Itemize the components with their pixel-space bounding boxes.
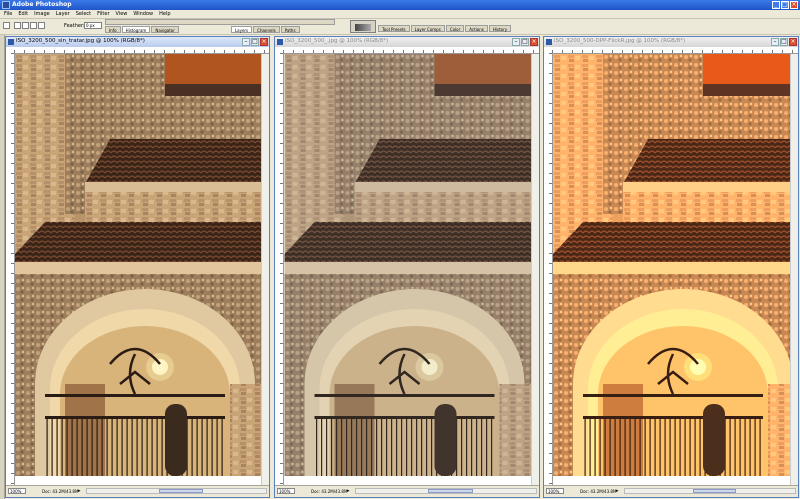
document-titlebar[interactable]: ISO_3200_500-DPP-FlickR.jpg @ 100% (RGB/… <box>544 37 798 47</box>
horizontal-ruler[interactable] <box>14 47 269 54</box>
document-title: ISO_3200_500_.jpg @ 100% (RGB/8*) <box>285 38 389 44</box>
image-canvas[interactable] <box>553 54 790 485</box>
document-icon <box>277 39 283 45</box>
document-controls: – □ × <box>512 38 538 46</box>
document-icon <box>546 39 552 45</box>
horizontal-scrollbar[interactable] <box>355 488 537 494</box>
brush-stroke-icon <box>355 24 371 31</box>
horizontal-ruler[interactable] <box>283 47 539 54</box>
document-close-button[interactable]: × <box>789 38 797 46</box>
vertical-scrollbar[interactable] <box>790 54 798 485</box>
palette-well-tabs: Info Histogram Navigator Layers Channels… <box>105 26 300 33</box>
status-bar: 100% Doc: 43.2M/43.8M ▸ <box>544 485 798 497</box>
vertical-ruler[interactable] <box>544 53 553 485</box>
document-titlebar[interactable]: ISO_3200_500_sin_tratar.jpg @ 100% (RGB/… <box>6 37 269 47</box>
menu-bar: File Edit Image Layer Select Filter View… <box>0 10 800 18</box>
status-bar: 100% Doc: 43.2M/43.8M ▸ <box>6 485 269 497</box>
vertical-ruler[interactable] <box>275 53 284 485</box>
status-menu-arrow-icon[interactable]: ▸ <box>347 488 350 494</box>
church-photo <box>284 54 531 485</box>
tab-actions[interactable]: Actions <box>465 25 488 32</box>
scroll-thumb[interactable] <box>428 489 473 493</box>
document-close-button[interactable]: × <box>530 38 538 46</box>
menu-window[interactable]: Window <box>133 11 153 17</box>
document-minimize-button[interactable]: – <box>512 38 520 46</box>
status-menu-arrow-icon[interactable]: ▸ <box>78 488 81 494</box>
doc-size: Doc: 43.2M/43.8M <box>311 489 348 494</box>
image-canvas[interactable] <box>15 54 261 485</box>
menu-layer[interactable]: Layer <box>56 11 70 17</box>
new-selection-icon[interactable] <box>14 22 21 29</box>
photoshop-icon <box>2 1 10 9</box>
tab-layer-comps[interactable]: Layer Comps <box>410 25 445 32</box>
menu-select[interactable]: Select <box>76 11 91 17</box>
document-maximize-button[interactable]: □ <box>521 38 529 46</box>
close-button[interactable]: × <box>790 1 798 9</box>
zoom-field[interactable]: 100% <box>277 488 295 494</box>
document-minimize-button[interactable]: – <box>242 38 250 46</box>
menu-view[interactable]: View <box>116 11 128 17</box>
tab-tool-presets[interactable]: Tool Presets <box>378 25 410 32</box>
scroll-thumb[interactable] <box>158 489 204 493</box>
document-maximize-button[interactable]: □ <box>251 38 259 46</box>
tab-histogram[interactable]: Histogram <box>121 26 151 33</box>
menu-image[interactable]: Image <box>34 11 50 17</box>
doc-size: Doc: 43.2M/43.8M <box>42 489 79 494</box>
horizontal-ruler[interactable] <box>552 47 798 54</box>
tab-channels[interactable]: Channels <box>253 26 280 33</box>
feather-input[interactable]: 0 px <box>84 22 102 29</box>
church-photo <box>553 54 790 485</box>
feather-label: Feather: <box>64 23 85 29</box>
status-menu-arrow-icon[interactable]: ▸ <box>616 488 619 494</box>
document-controls: – □ × <box>771 38 797 46</box>
menu-help[interactable]: Help <box>159 11 170 17</box>
document-maximize-button[interactable]: □ <box>780 38 788 46</box>
document-titlebar[interactable]: ISO_3200_500_.jpg @ 100% (RGB/8*) – □ × <box>275 37 539 47</box>
right-palette-tabs: Tool Presets Layer Comps Color Actions H… <box>378 25 512 32</box>
tab-info[interactable]: Info <box>105 26 121 33</box>
document-title: ISO_3200_500_sin_tratar.jpg @ 100% (RGB/… <box>16 38 145 44</box>
image-canvas[interactable] <box>284 54 531 485</box>
tab-navigator[interactable]: Navigator <box>151 26 179 33</box>
zoom-field[interactable]: 100% <box>546 488 564 494</box>
document-close-button[interactable]: × <box>260 38 268 46</box>
tab-color[interactable]: Color <box>445 25 465 32</box>
app-title: Adobe Photoshop <box>12 1 72 8</box>
app-titlebar: Adobe Photoshop _ □ × <box>0 0 800 10</box>
doc-size: Doc: 43.2M/43.8M <box>580 489 617 494</box>
tab-layers[interactable]: Layers <box>230 26 253 33</box>
document-icon <box>8 39 14 45</box>
menu-filter[interactable]: Filter <box>97 11 109 17</box>
window-controls: _ □ × <box>772 1 798 9</box>
tab-history[interactable]: History <box>488 25 512 32</box>
document-minimize-button[interactable]: – <box>771 38 779 46</box>
subtract-selection-icon[interactable] <box>30 22 37 29</box>
palette-well-strip <box>105 19 335 25</box>
vertical-scrollbar[interactable] <box>531 54 539 485</box>
menu-file[interactable]: File <box>4 11 12 17</box>
status-bar: 100% Doc: 43.2M/43.8M ▸ <box>275 485 539 497</box>
marquee-tool-icon[interactable] <box>3 22 10 29</box>
palette-well: Info Histogram Navigator Layers Channels… <box>105 19 335 34</box>
intersect-selection-icon[interactable] <box>38 22 45 29</box>
menu-edit[interactable]: Edit <box>18 11 28 17</box>
church-photo <box>15 54 261 485</box>
document-window-1[interactable]: ISO_3200_500_sin_tratar.jpg @ 100% (RGB/… <box>5 36 270 498</box>
document-window-3[interactable]: ISO_3200_500-DPP-FlickR.jpg @ 100% (RGB/… <box>543 36 799 498</box>
brush-preview[interactable] <box>350 20 376 33</box>
add-selection-icon[interactable] <box>22 22 29 29</box>
restore-button[interactable]: □ <box>781 1 789 9</box>
document-window-2[interactable]: ISO_3200_500_.jpg @ 100% (RGB/8*) – □ × … <box>274 36 540 498</box>
vertical-ruler[interactable] <box>6 53 15 485</box>
horizontal-scrollbar[interactable] <box>624 488 796 494</box>
vertical-scrollbar[interactable] <box>261 54 269 485</box>
horizontal-scrollbar[interactable] <box>86 488 267 494</box>
scroll-thumb[interactable] <box>693 489 736 493</box>
document-title: ISO_3200_500-DPP-FlickR.jpg @ 100% (RGB/… <box>554 38 686 44</box>
minimize-button[interactable]: _ <box>772 1 780 9</box>
tab-paths[interactable]: Paths <box>280 26 300 33</box>
document-controls: – □ × <box>242 38 268 46</box>
zoom-field[interactable]: 100% <box>8 488 26 494</box>
